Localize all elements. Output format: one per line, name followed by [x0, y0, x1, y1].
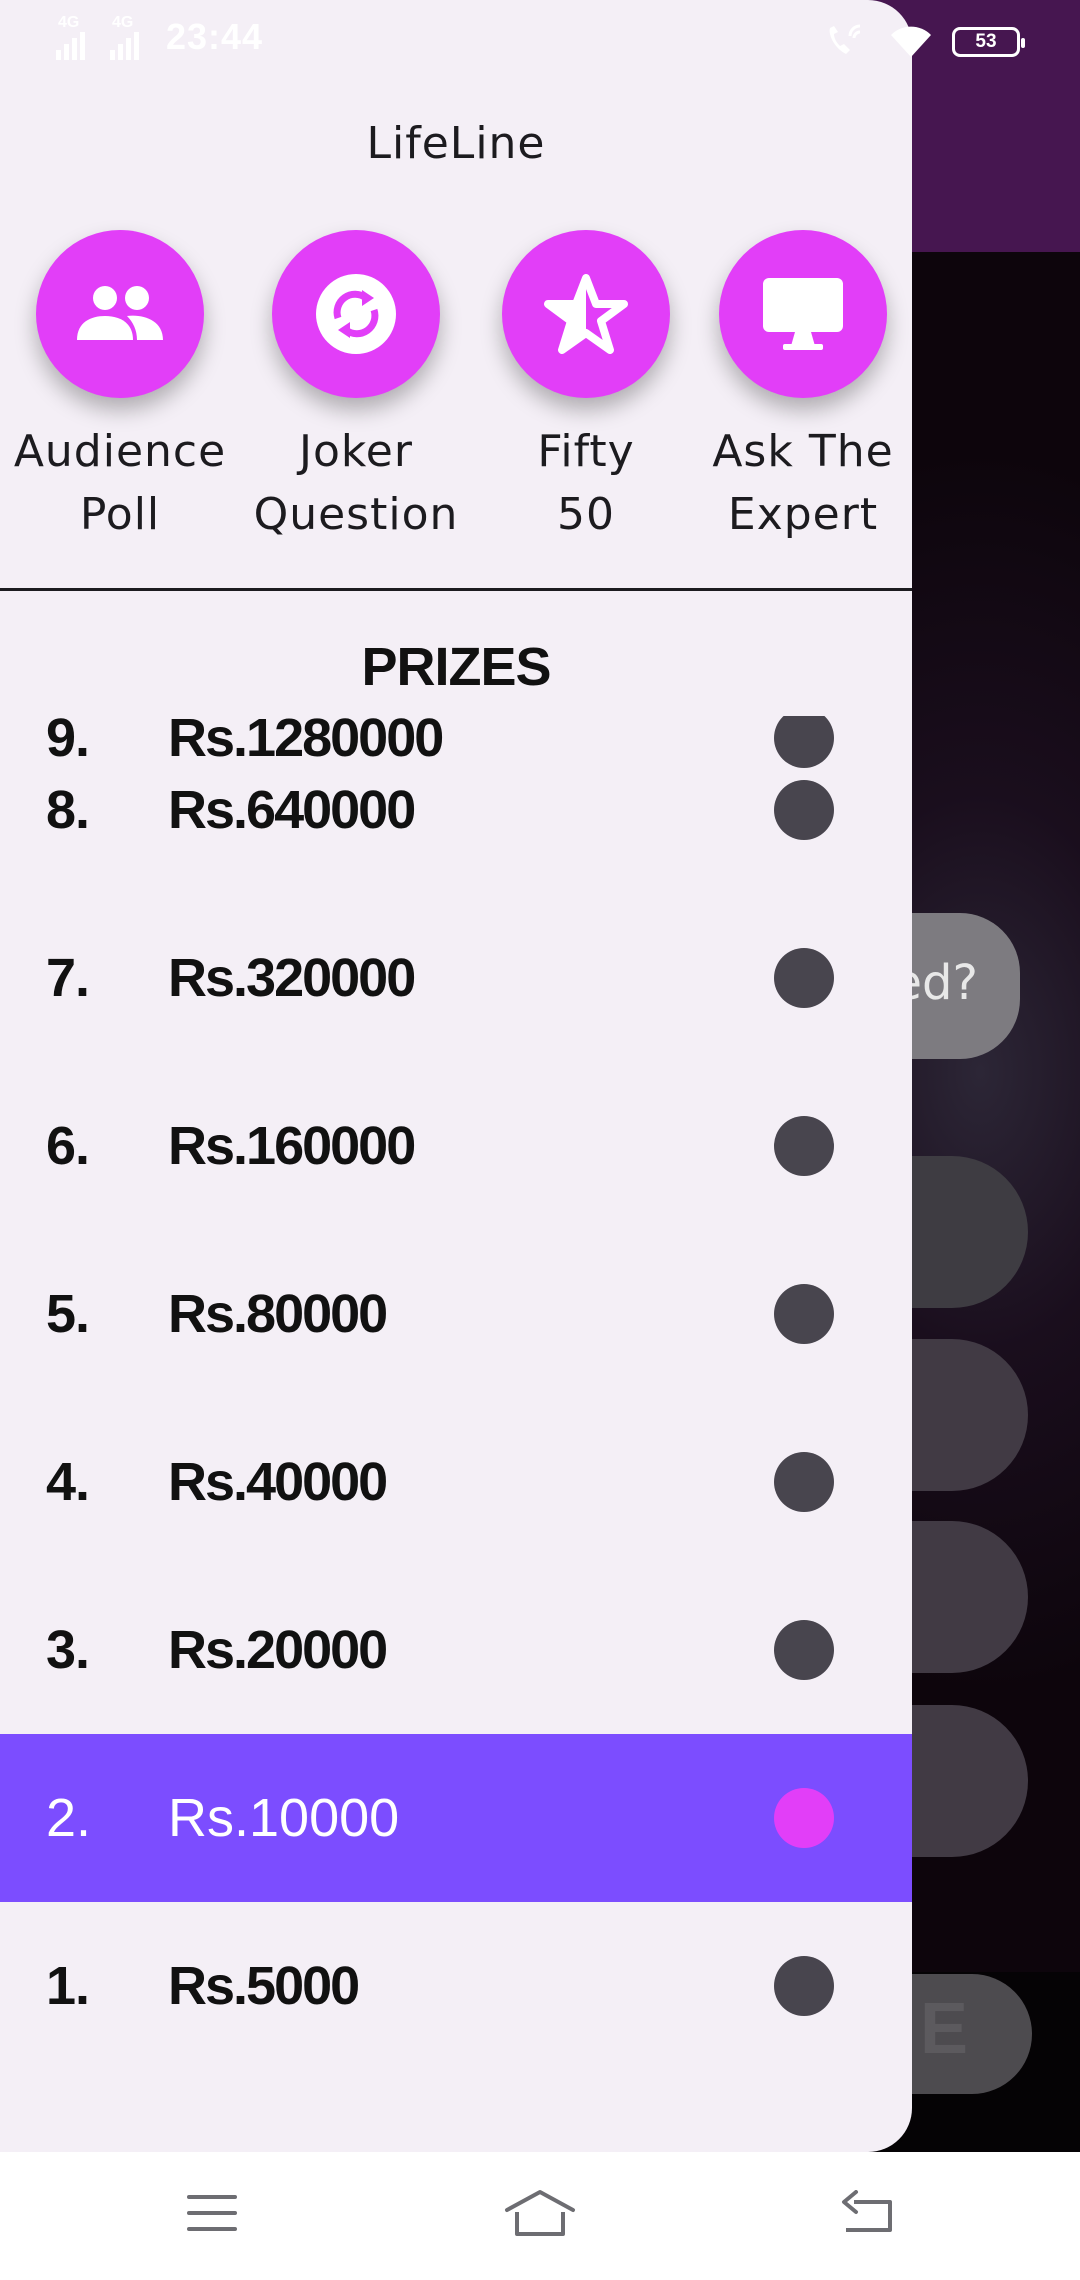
- prize-row-2-current[interactable]: 2. Rs.10000: [0, 1734, 912, 1902]
- swap-icon: [316, 274, 396, 354]
- prize-amount: Rs.5000: [168, 1956, 360, 2016]
- joker-question-button[interactable]: [272, 230, 440, 398]
- prizes-title: PRIZES: [361, 637, 551, 697]
- prize-row-4[interactable]: 4. Rs.40000: [0, 1398, 912, 1566]
- monitor-icon: [763, 278, 843, 350]
- prize-number: 5.: [46, 1284, 90, 1344]
- prize-status-dot: [774, 1116, 834, 1176]
- prize-row-8[interactable]: 8. Rs.640000: [0, 726, 912, 894]
- prize-amount: Rs.10000: [168, 1788, 400, 1848]
- clock: 23:44: [166, 16, 264, 57]
- prize-row-1[interactable]: 1. Rs.5000: [0, 1902, 912, 2070]
- prize-amount: Rs.40000: [168, 1452, 388, 1512]
- prize-amount: Rs.160000: [168, 1116, 416, 1176]
- back-icon: [842, 2190, 892, 2232]
- network-type-2: 4G: [112, 14, 134, 31]
- group-icon: [77, 286, 163, 340]
- menu-icon: [187, 2195, 237, 2231]
- lifeline-joker-question[interactable]: Joker Question: [236, 230, 476, 560]
- prize-amount: Rs.640000: [168, 780, 416, 840]
- cell-signal-icon: 4G: [52, 14, 96, 60]
- prize-number: 4.: [46, 1452, 90, 1512]
- fifty-50-button[interactable]: [502, 230, 670, 398]
- lifeline-audience-poll[interactable]: Audience Poll: [0, 230, 240, 560]
- prize-status-dot: [774, 1284, 834, 1344]
- prize-number: 8.: [46, 780, 90, 840]
- lifeline-ask-the-expert[interactable]: Ask The Expert: [683, 230, 912, 560]
- half-star-icon: [544, 274, 628, 354]
- lifeline-label: Joker Question: [253, 426, 459, 540]
- prize-list: 9. Rs.1280000 8. Rs.640000 7. Rs.320000 …: [0, 716, 912, 2152]
- prize-row-6[interactable]: 6. Rs.160000: [0, 1062, 912, 1230]
- divider: [0, 588, 912, 591]
- ask-the-expert-button[interactable]: [719, 230, 887, 398]
- home-icon: [505, 2190, 575, 2236]
- prize-row-5[interactable]: 5. Rs.80000: [0, 1230, 912, 1398]
- back-button[interactable]: [828, 2178, 908, 2248]
- prize-amount: Rs.80000: [168, 1284, 388, 1344]
- navigation-drawer: LifeLine Audience Poll Joker Question Fi…: [0, 0, 912, 2152]
- network-type-1: 4G: [58, 14, 80, 31]
- prize-status-dot: [774, 780, 834, 840]
- lifeline-title: LifeLine: [366, 118, 546, 169]
- cell-signal-icon: 4G: [106, 14, 150, 60]
- prize-status-dot: [774, 1956, 834, 2016]
- prize-number: 2.: [46, 1788, 92, 1848]
- prize-amount: Rs.320000: [168, 948, 416, 1008]
- prize-amount: Rs.20000: [168, 1620, 388, 1680]
- prize-status-dot: [774, 1452, 834, 1512]
- prize-number: 6.: [46, 1116, 90, 1176]
- action-button-label: E: [920, 1989, 969, 2069]
- prize-row-3[interactable]: 3. Rs.20000: [0, 1566, 912, 1734]
- lifeline-fifty-50[interactable]: Fifty 50: [466, 230, 706, 560]
- prize-number: 1.: [46, 1956, 90, 2016]
- status-bar: 4G 4G 23:44 53: [0, 0, 1080, 82]
- lifeline-label: Ask The Expert: [712, 426, 894, 540]
- lifeline-label: Audience Poll: [13, 426, 227, 540]
- status-left: 4G 4G 23:44: [52, 14, 263, 60]
- system-navigation-bar: [0, 2152, 1080, 2280]
- prize-status-dot: [774, 1788, 834, 1848]
- lifeline-label: Fifty 50: [537, 426, 635, 540]
- wifi-icon: [891, 26, 931, 57]
- wifi-calling-icon: [829, 24, 861, 54]
- prize-number: 3.: [46, 1620, 90, 1680]
- recent-apps-button[interactable]: [172, 2178, 252, 2248]
- status-right: 53: [822, 22, 1025, 62]
- battery-icon: 53: [952, 27, 1025, 57]
- prize-row-7[interactable]: 7. Rs.320000: [0, 894, 912, 1062]
- prize-status-dot: [774, 948, 834, 1008]
- audience-poll-button[interactable]: [36, 230, 204, 398]
- home-button[interactable]: [500, 2178, 580, 2248]
- prize-number: 7.: [46, 948, 90, 1008]
- prize-status-dot: [774, 1620, 834, 1680]
